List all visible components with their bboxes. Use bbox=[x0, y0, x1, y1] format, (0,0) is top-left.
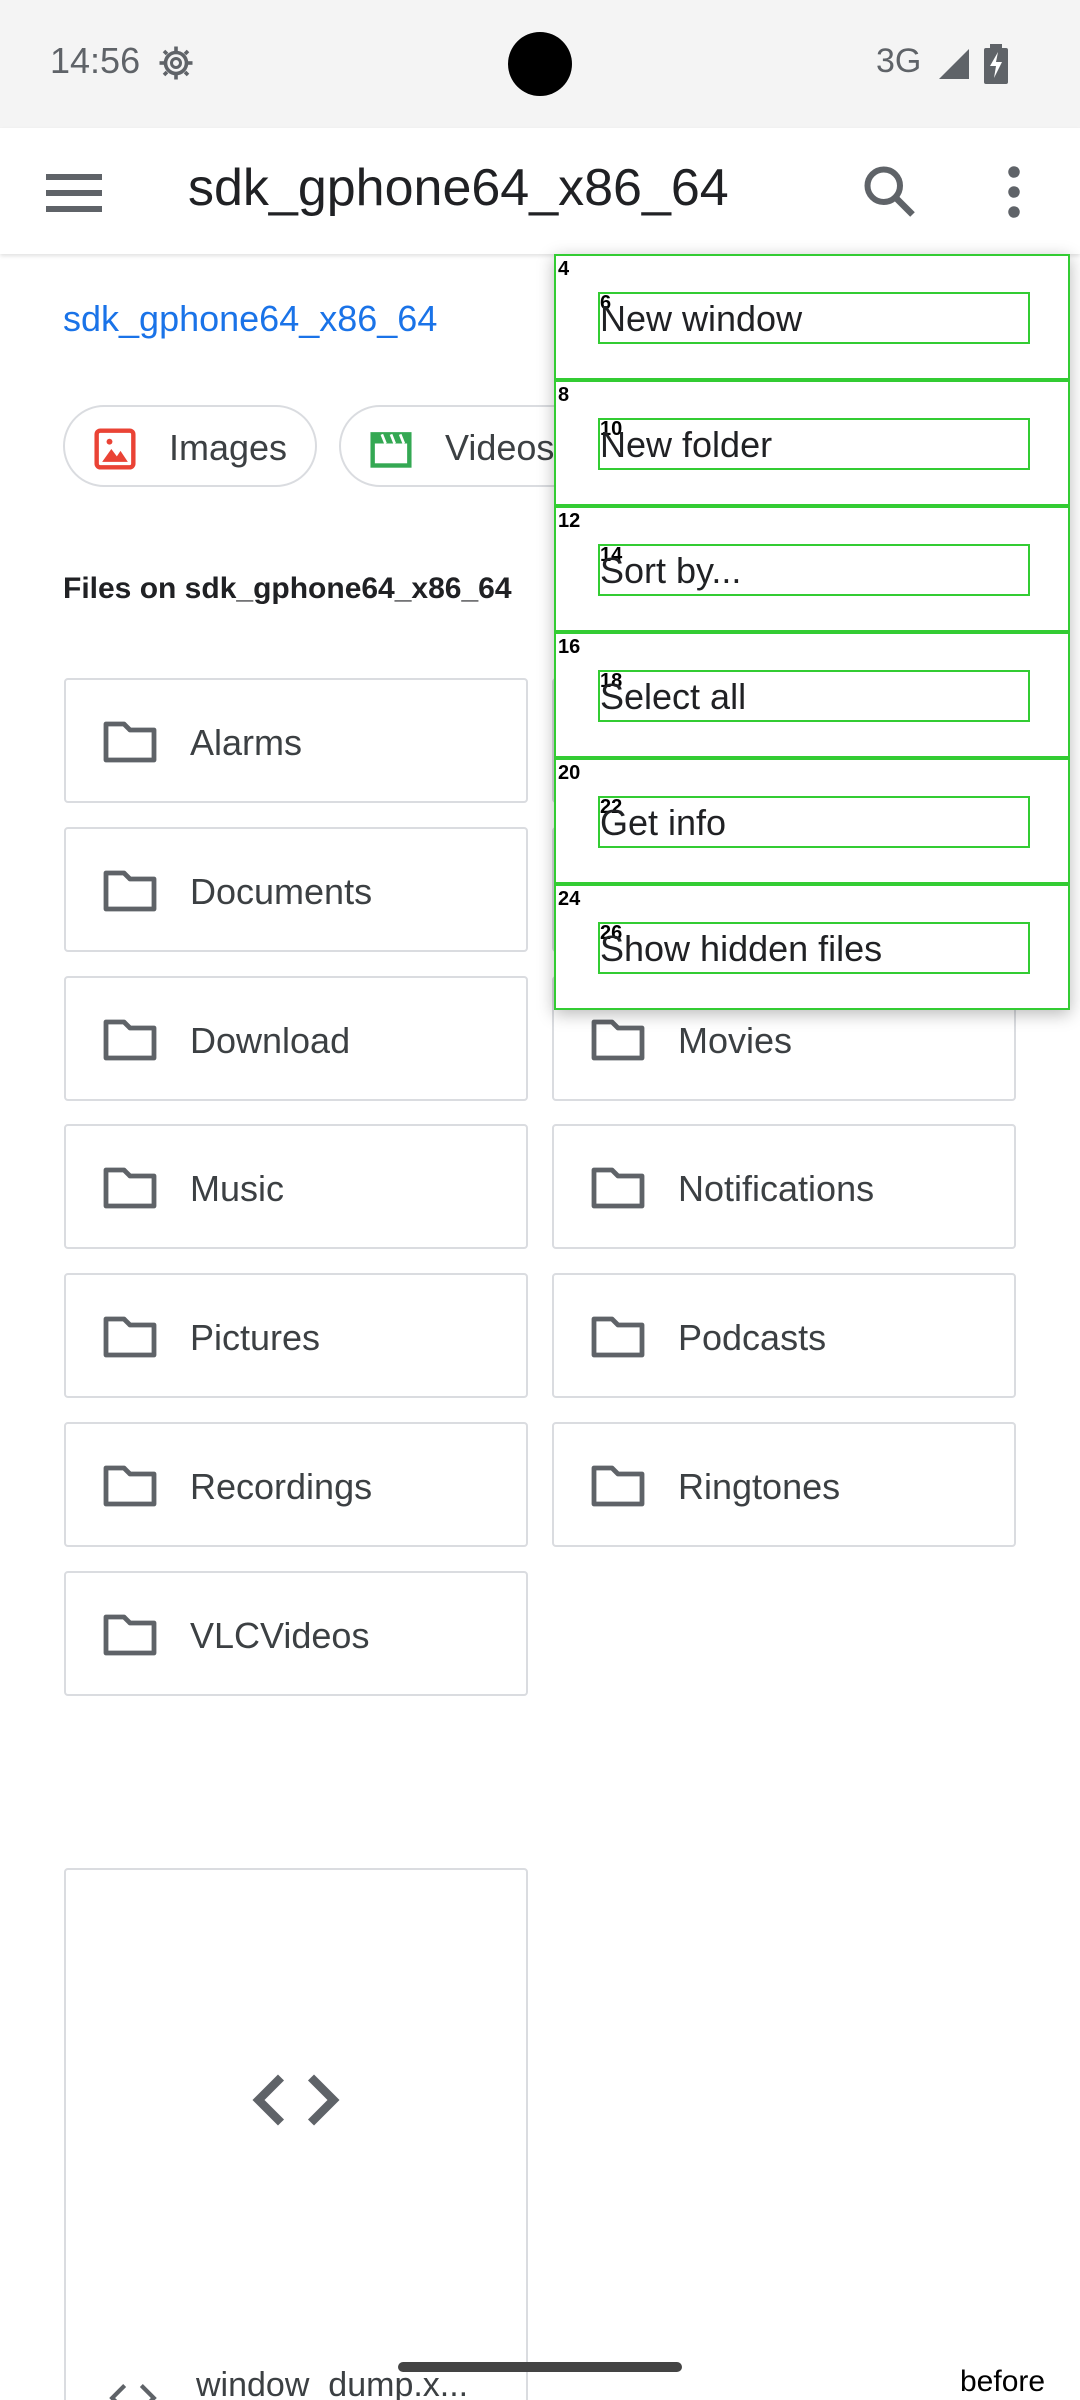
folder-name: Ringtones bbox=[678, 1466, 841, 1507]
menu-item-text-box: 22 Get info bbox=[598, 796, 1030, 848]
search-icon[interactable] bbox=[860, 162, 920, 222]
code-icon bbox=[109, 2384, 157, 2400]
folder-name: Recordings bbox=[190, 1466, 373, 1507]
battery-charging-icon bbox=[984, 44, 1008, 84]
menu-item-label: Get info bbox=[600, 802, 727, 843]
folder-name: Podcasts bbox=[678, 1317, 827, 1358]
folder-icon bbox=[103, 870, 157, 912]
folder-name: Documents bbox=[190, 871, 373, 912]
folder-icon bbox=[103, 1316, 157, 1358]
app-bar: sdk_gphone64_x86_64 bbox=[0, 128, 1080, 254]
chip-label: Images bbox=[169, 427, 288, 468]
menu-item-text-box: 10 New folder bbox=[598, 418, 1030, 470]
folder-name: Movies bbox=[678, 1020, 793, 1061]
folder-item[interactable]: Recordings bbox=[64, 1422, 528, 1547]
camera-cutout bbox=[508, 32, 572, 96]
folder-icon bbox=[591, 1019, 645, 1061]
folder-icon bbox=[103, 1465, 157, 1507]
folder-item[interactable]: Music bbox=[64, 1124, 528, 1249]
folder-icon bbox=[103, 721, 157, 763]
folder-item[interactable]: Podcasts bbox=[552, 1273, 1016, 1398]
menu-item-label: Sort by... bbox=[600, 550, 742, 591]
menu-item[interactable]: 16 18 Select all bbox=[554, 632, 1070, 758]
menu-item[interactable]: 8 10 New folder bbox=[554, 380, 1070, 506]
menu-icon[interactable] bbox=[46, 168, 102, 216]
folder-item[interactable]: Download bbox=[64, 976, 528, 1101]
folder-icon bbox=[103, 1614, 157, 1656]
more-vert-icon[interactable] bbox=[984, 162, 1044, 222]
breadcrumb[interactable]: sdk_gphone64_x86_64 bbox=[63, 298, 437, 340]
menu-item-label: Select all bbox=[600, 676, 747, 717]
gesture-bar[interactable] bbox=[398, 2362, 682, 2372]
status-time: 14:56 bbox=[50, 40, 141, 81]
overlay-label: before bbox=[960, 2365, 1046, 2398]
folder-item[interactable]: VLCVideos bbox=[64, 1571, 528, 1696]
menu-item-text-box: 14 Sort by... bbox=[598, 544, 1030, 596]
folder-name: Notifications bbox=[678, 1168, 875, 1209]
network-type: 3G bbox=[876, 42, 922, 80]
section-header: Files on sdk_gphone64_x86_64 bbox=[63, 572, 512, 605]
annotation-number: 16 bbox=[558, 636, 581, 658]
image-icon bbox=[94, 428, 136, 470]
menu-item-label: New folder bbox=[600, 424, 773, 465]
status-bar: 14:56 3G bbox=[0, 0, 1080, 128]
menu-item-text-box: 26 Show hidden files bbox=[598, 922, 1030, 974]
chip-label: Videos bbox=[445, 427, 555, 468]
file-tile[interactable]: window_dump.x... bbox=[64, 1868, 528, 2400]
folder-name: Music bbox=[190, 1168, 285, 1209]
folder-icon bbox=[591, 1316, 645, 1358]
code-icon bbox=[252, 2074, 340, 2126]
menu-item[interactable]: 24 26 Show hidden files bbox=[554, 884, 1070, 1010]
folder-icon bbox=[103, 1167, 157, 1209]
screen: 14:56 3G sdk_gphone64_x86_64 sdk_gphone6… bbox=[0, 0, 1080, 2400]
folder-name: VLCVideos bbox=[190, 1615, 370, 1656]
menu-item[interactable]: 12 14 Sort by... bbox=[554, 506, 1070, 632]
folder-name: Pictures bbox=[190, 1317, 321, 1358]
folder-item[interactable]: Documents bbox=[64, 827, 528, 952]
folder-item[interactable]: Ringtones bbox=[552, 1422, 1016, 1547]
folder-icon bbox=[591, 1465, 645, 1507]
overflow-menu: 4 6 New window 8 10 New folder 12 14 Sort by... 1… bbox=[554, 254, 1070, 1010]
folder-icon bbox=[591, 1167, 645, 1209]
menu-item-text-box: 6 New window bbox=[598, 292, 1030, 344]
folder-icon bbox=[103, 1019, 157, 1061]
menu-item-label: New window bbox=[600, 298, 803, 339]
video-icon bbox=[370, 432, 412, 468]
annotation-number: 12 bbox=[558, 510, 581, 532]
menu-item[interactable]: 4 6 New window bbox=[554, 254, 1070, 380]
folder-item[interactable]: Notifications bbox=[552, 1124, 1016, 1249]
page-title: sdk_gphone64_x86_64 bbox=[188, 159, 729, 217]
annotation-number: 8 bbox=[558, 384, 570, 406]
folder-name: Download bbox=[190, 1020, 351, 1061]
annotation-number: 4 bbox=[558, 258, 570, 280]
signal-icon bbox=[939, 49, 969, 79]
menu-item-label: Show hidden files bbox=[600, 928, 883, 969]
annotation-number: 20 bbox=[558, 762, 581, 784]
folder-name: Alarms bbox=[190, 722, 303, 763]
menu-item-text-box: 18 Select all bbox=[598, 670, 1030, 722]
menu-item[interactable]: 20 22 Get info bbox=[554, 758, 1070, 884]
chip-images[interactable]: Images bbox=[63, 405, 317, 487]
folder-item[interactable]: Alarms bbox=[64, 678, 528, 803]
gear-icon bbox=[159, 46, 193, 80]
folder-item[interactable]: Pictures bbox=[64, 1273, 528, 1398]
annotation-number: 24 bbox=[558, 888, 581, 910]
